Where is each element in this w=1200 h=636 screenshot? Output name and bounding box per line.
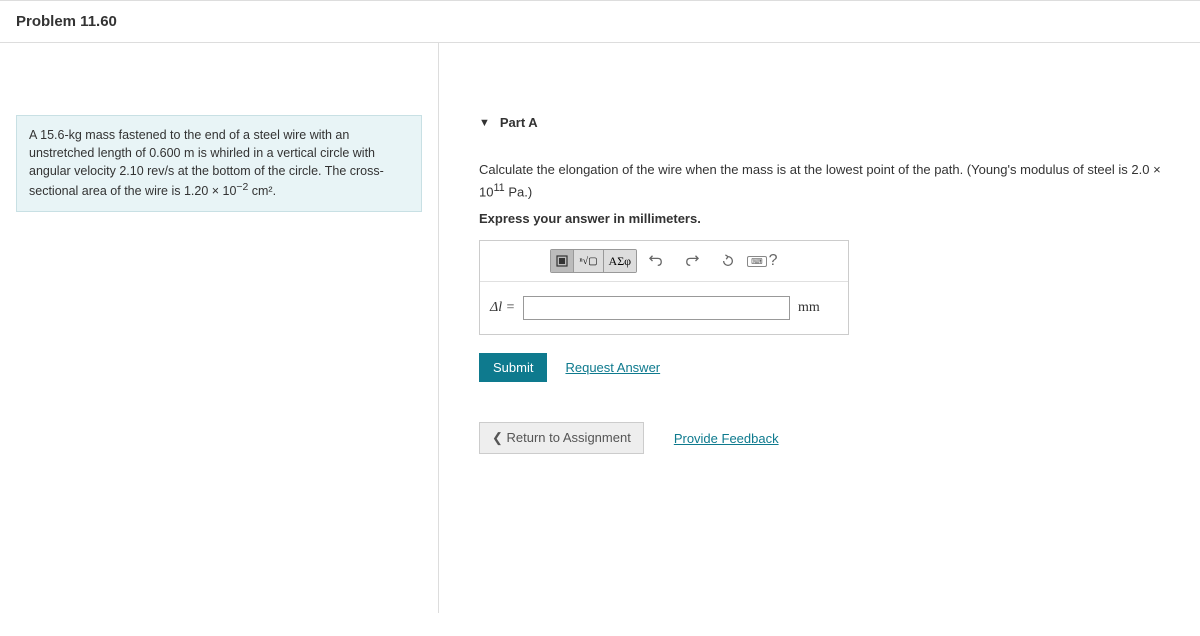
submit-button[interactable]: Submit xyxy=(479,353,547,382)
answer-area: ⁿ√▢ ΑΣφ ⌨ ? Δl = mm xyxy=(479,240,849,335)
keyboard-icon[interactable]: ⌨ xyxy=(747,256,767,267)
problem-statement: A 15.6-kg mass fastened to the end of a … xyxy=(16,115,422,212)
undo-icon[interactable] xyxy=(643,250,669,272)
templates-button[interactable] xyxy=(551,250,574,272)
instruction-text: Calculate the elongation of the wire whe… xyxy=(479,160,1180,201)
footer-row: ❮ Return to Assignment Provide Feedback xyxy=(479,422,1180,454)
part-title: Part A xyxy=(500,115,538,130)
part-header: ▼ Part A xyxy=(479,115,1180,130)
format-tool-group: ⁿ√▢ ΑΣφ xyxy=(550,249,637,273)
collapse-icon[interactable]: ▼ xyxy=(479,117,490,129)
provide-feedback-link[interactable]: Provide Feedback xyxy=(674,431,779,446)
sub-instruction: Express your answer in millimeters. xyxy=(479,211,1180,226)
left-panel: A 15.6-kg mass fastened to the end of a … xyxy=(0,43,438,613)
unit-label: mm xyxy=(798,300,838,316)
help-icon[interactable]: ? xyxy=(769,252,778,270)
submit-row: Submit Request Answer xyxy=(479,353,1180,382)
problem-title: Problem 11.60 xyxy=(16,13,1184,30)
problem-header: Problem 11.60 xyxy=(0,0,1200,43)
request-answer-link[interactable]: Request Answer xyxy=(565,360,660,375)
input-toolbar: ⁿ√▢ ΑΣφ ⌨ ? xyxy=(480,241,848,282)
answer-input[interactable] xyxy=(523,296,790,320)
math-button[interactable]: ⁿ√▢ xyxy=(574,250,603,272)
main-content: A 15.6-kg mass fastened to the end of a … xyxy=(0,43,1200,613)
answer-input-row: Δl = mm xyxy=(480,282,848,334)
redo-icon[interactable] xyxy=(679,250,705,272)
reset-icon[interactable] xyxy=(715,250,741,272)
right-panel: ▼ Part A Calculate the elongation of the… xyxy=(438,43,1200,613)
return-button[interactable]: ❮ Return to Assignment xyxy=(479,422,644,454)
variable-label: Δl = xyxy=(490,300,515,316)
chevron-left-icon: ❮ xyxy=(492,430,507,445)
greek-button[interactable]: ΑΣφ xyxy=(604,250,637,272)
